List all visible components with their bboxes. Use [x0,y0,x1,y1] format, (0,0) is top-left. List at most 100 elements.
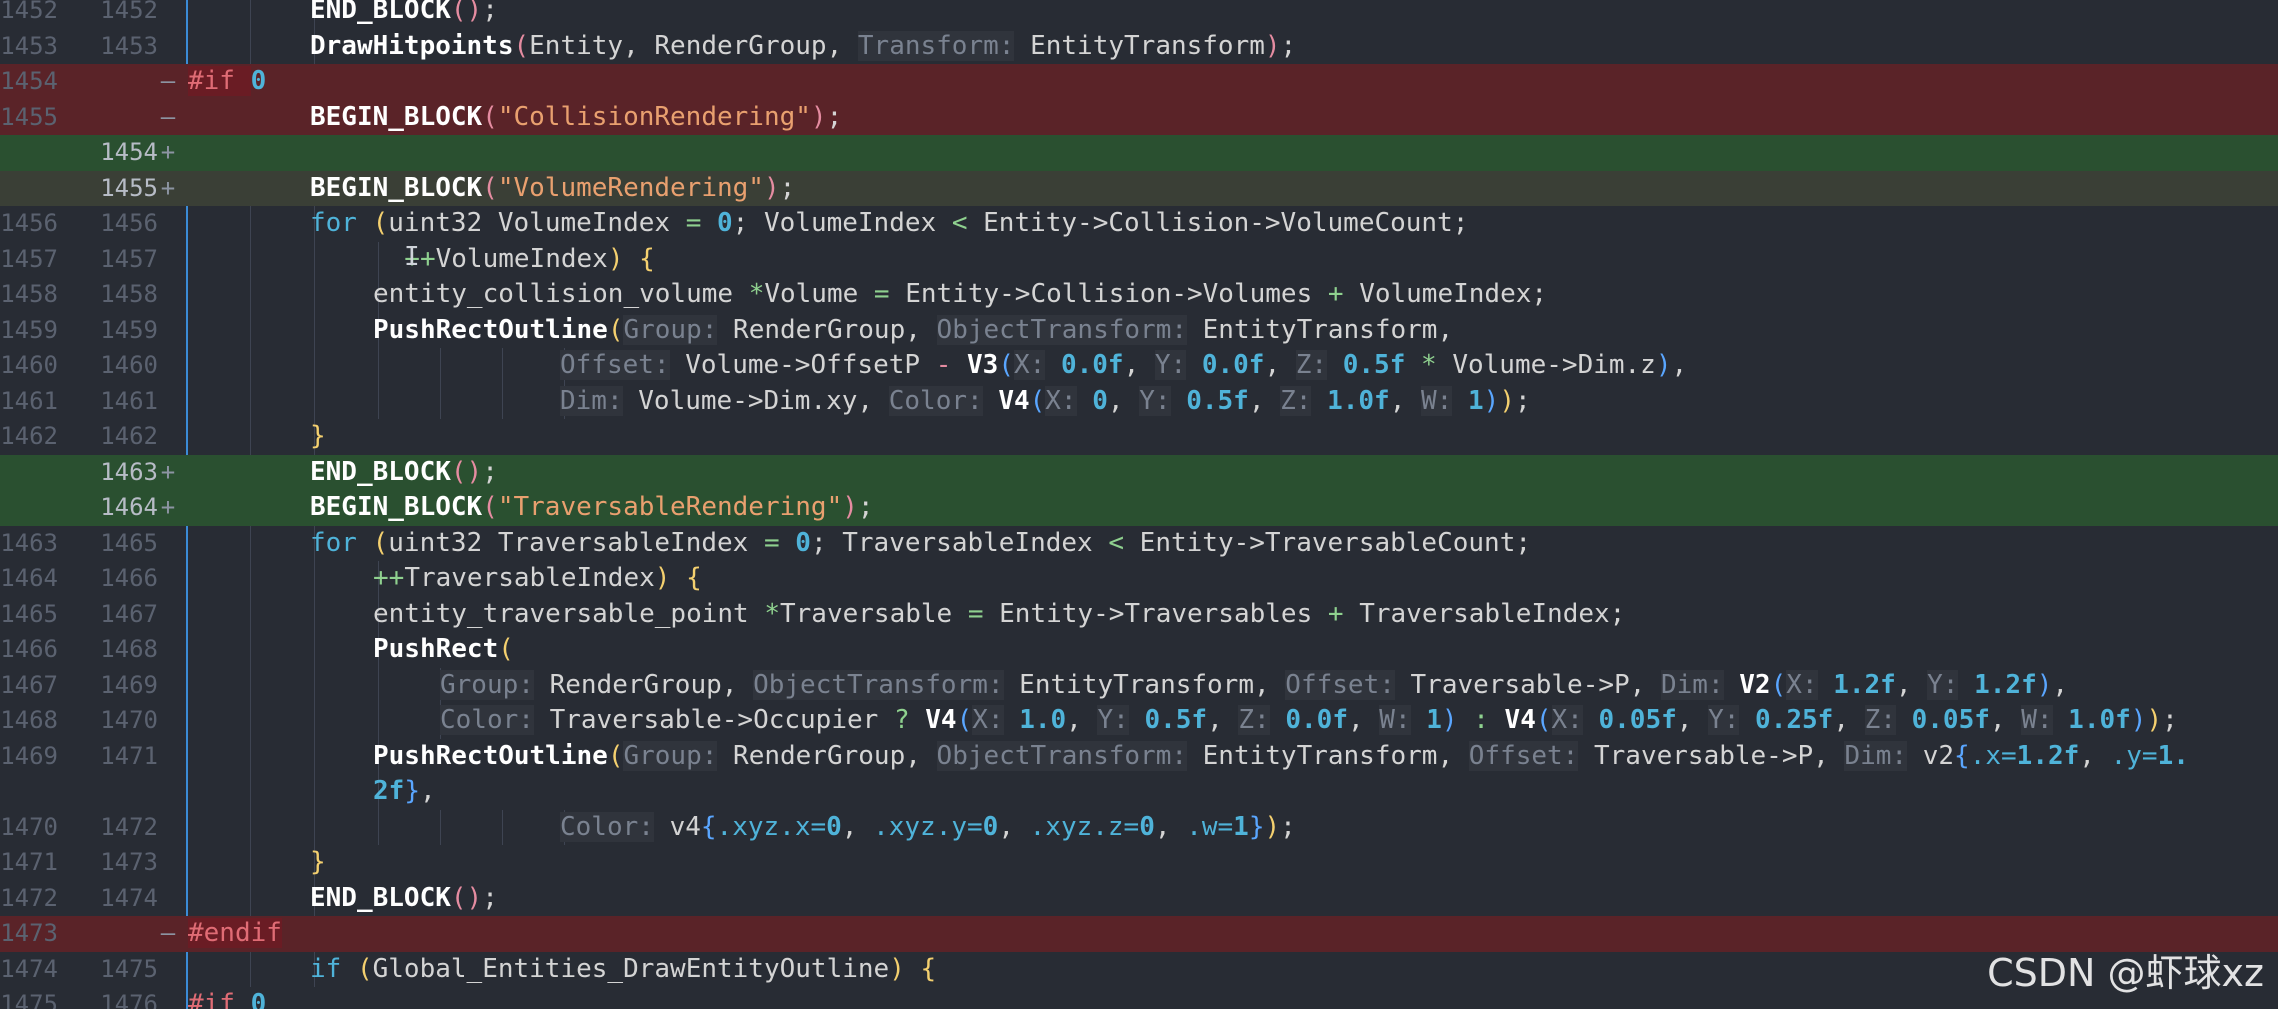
code-line[interactable]: 1463 1465 for (uint32 TraversableIndex = 0… [0,525,2278,562]
code-text[interactable]: PushRect( [373,632,514,668]
code-line[interactable]: 1456 1456 for (uint32 VolumeIndex = 0; Vol… [0,206,2278,242]
code-line[interactable]: 1464 1466 ++TraversableIndex) { [0,561,2278,597]
inlay-hint: Dim: [1660,669,1724,700]
code-token: ) [607,243,624,274]
code-line[interactable]: 1470 1472 Color: v4{.xyz.x=0, .xyz.y=0, .x… [0,809,2278,846]
code-line[interactable]: 2f}, [0,774,2278,810]
code-text[interactable]: #endif [188,916,282,952]
old-line-number: 1465 [0,599,58,628]
code-line[interactable]: 1454 — #if 0 [0,64,2278,100]
code-line[interactable]: 1458 1458 entity_collision_volume *Volume … [0,277,2278,313]
old-line-number: 1472 [0,883,58,912]
inlay-hint: Color: [888,385,983,416]
code-token: V2 [1739,669,1771,700]
code-text[interactable]: for (uint32 VolumeIndex = 0; VolumeIndex… [310,206,1468,242]
code-line[interactable]: 1471 1473} [0,845,2278,881]
code-text[interactable]: Color: v4{.xyz.x=0, .xyz.y=0, .xyz.z=0, … [560,810,1296,846]
inlay-hint: Z: [1280,385,1312,416]
code-line[interactable]: 1469 1471 PushRectOutline(Group: RenderGro… [0,738,2278,775]
code-token: ( [450,456,467,487]
code-token: < [1108,527,1140,558]
code-token: 0.0f [1285,705,1348,735]
code-text[interactable]: DrawHitpoints(Entity, RenderGroup, Trans… [310,29,1296,65]
code-text[interactable]: Offset: Volume->OffsetP - V3(X: 0.0f, Y:… [560,348,1687,384]
code-line[interactable]: 1473 — #endif [0,916,2278,952]
code-text[interactable]: BEGIN_BLOCK("VolumeRendering"); [310,171,795,207]
code-line[interactable]: 1467 1469 Group: RenderGroup, ObjectTransf… [0,667,2278,704]
code-line[interactable]: 1460 1460 Offset: Volume->OffsetP - V3(X: … [0,348,2278,384]
code-token: ++ [373,563,405,593]
code-text[interactable]: END_BLOCK(); [310,0,498,29]
code-token: + [1327,598,1360,629]
code-text[interactable]: PushRectOutline(Group: RenderGroup, Obje… [373,313,1453,349]
code-token: for [310,208,373,238]
new-line-number: 1465 [100,528,158,557]
code-token: ( [450,0,467,25]
code-token: ( [998,350,1014,380]
code-text[interactable]: PushRectOutline(Group: RenderGroup, Obje… [373,739,2189,775]
code-line[interactable]: 1475 1476 #if 0 [0,987,2278,1009]
code-text[interactable]: END_BLOCK(); [310,881,498,917]
new-line-number: 1469 [100,670,158,699]
code-text[interactable]: 2f}, [373,774,436,810]
indent-guide [250,703,251,739]
code-text[interactable]: if (Global_Entities_DrawEntityOutline) { [310,952,936,988]
code-text[interactable]: Color: Traversable->Occupier ? V4(X: 1.0… [440,703,2178,739]
code-line[interactable]: 1461 1461 Dim: Volume->Dim.xy, Color: V4(X… [0,383,2278,420]
code-text[interactable]: #if 0 [188,987,266,1009]
code-line[interactable]: 1455 — BEGIN_BLOCK("CollisionRendering"); [0,99,2278,136]
code-text[interactable]: BEGIN_BLOCK("TraversableRendering"); [310,490,874,526]
code-token: , [1248,385,1281,416]
code-token: .xyz.y= [873,811,983,842]
code-token: { [700,811,717,842]
code-text[interactable]: } [310,845,326,881]
code-token: ) [842,492,858,522]
code-line[interactable]: 1472 1474 END_BLOCK(); [0,880,2278,917]
added-marker: + [160,457,176,486]
inlay-hint: Dim: [560,385,623,416]
indent-guide [314,383,315,419]
code-text[interactable]: Group: RenderGroup, ObjectTransform: Ent… [440,668,2068,704]
code-text[interactable]: entity_collision_volume *Volume = Entity… [373,277,1547,313]
code-diff-editor[interactable]: 1452 1452 END_BLOCK(); 1453 1453 DrawHitpoint… [0,0,2278,1009]
indent-guide [250,206,251,242]
code-line[interactable]: 1463 + END_BLOCK(); [0,454,2278,491]
code-token: = [873,279,906,309]
code-line[interactable]: 1454 + [0,135,2278,171]
code-text[interactable]: for (uint32 TraversableIndex = 0; Traver… [310,526,1531,562]
code-text[interactable]: END_BLOCK(); [310,455,498,491]
new-line-number [80,100,158,136]
code-line[interactable]: 1468 1470 Color: Traversable->Occupier ? V… [0,703,2278,739]
code-line[interactable]: 1466 1468 PushRect( [0,632,2278,668]
indent-guide [378,348,379,384]
code-line[interactable]: 1455 + BEGIN_BLOCK("VolumeRendering"); [0,170,2278,207]
code-text[interactable]: Dim: Volume->Dim.xy, Color: V4(X: 0, Y: … [560,384,1531,420]
code-line[interactable]: 1452 1452 END_BLOCK(); [0,0,2278,29]
code-text[interactable]: BEGIN_BLOCK("CollisionRendering"); [310,100,842,136]
code-line[interactable]: 1465 1467 entity_traversable_point *Traver… [0,596,2278,633]
code-text[interactable]: } [310,419,326,455]
code-token: , [1107,385,1140,416]
code-token: ( [513,30,530,61]
code-token: v4 [653,811,701,842]
old-line-number: 1461 [0,386,58,415]
inlay-hint: ObjectTransform: [936,740,1187,771]
code-line[interactable]: 1464 + BEGIN_BLOCK("TraversableRendering")… [0,490,2278,526]
code-line[interactable]: 1453 1453 DrawHitpoints(Entity, RenderGrou… [0,28,2278,65]
code-line[interactable]: 1462 1462} [0,419,2278,455]
code-line[interactable]: 1474 1475 if (Global_Entities_DrawEntityOu… [0,951,2278,988]
code-line[interactable]: 1459 1459 PushRectOutline(Group: RenderGro… [0,312,2278,349]
indent-guide [314,348,315,384]
code-token: BEGIN_BLOCK [310,101,483,132]
code-token: "CollisionRendering" [497,101,811,132]
code-line[interactable]: 1457 1457 ++VolumeIndex) { [0,241,2278,277]
code-text[interactable]: entity_traversable_point *Traversable = … [373,597,1625,633]
inlay-hint: Offset: [1285,669,1395,700]
code-text[interactable]: #if 0 [188,64,266,100]
code-text[interactable]: ++TraversableIndex) { [373,561,702,597]
old-line-number [0,455,58,491]
